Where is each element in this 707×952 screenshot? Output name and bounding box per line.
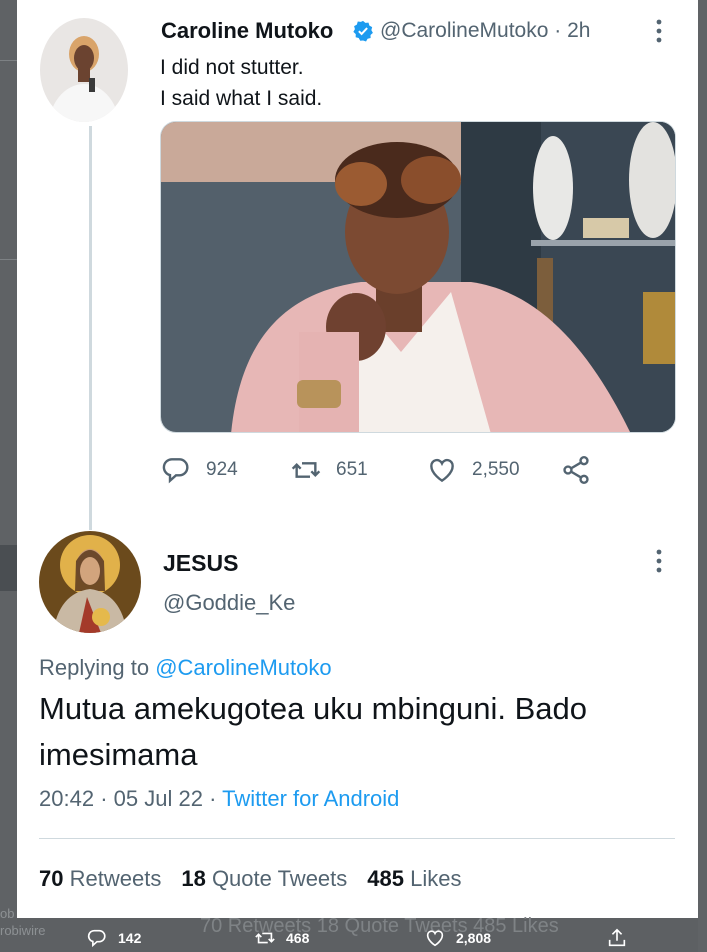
bottom-reply-icon — [87, 929, 106, 948]
bottom-retweet-count: 468 — [286, 930, 310, 946]
retweets-label: Retweets — [69, 866, 162, 891]
reply-text: Mutua amekugotea uku mbinguni. Bado imes… — [39, 691, 588, 772]
separator: · — [100, 786, 114, 811]
background-bar — [0, 545, 17, 591]
bottom-reply-action[interactable]: 142 — [86, 926, 141, 950]
tweet-actions: 924 651 2,550 — [160, 452, 600, 488]
reply-date[interactable]: 05 Jul 22 — [114, 786, 203, 811]
bottom-retweet-action[interactable]: 468 — [254, 926, 309, 950]
author-name[interactable]: Caroline Mutoko — [161, 18, 333, 44]
retweets-count: 70 — [39, 866, 64, 891]
retweets-stat[interactable]: 70 Retweets — [39, 866, 161, 891]
bottom-share-icon — [608, 928, 626, 947]
reply-author-handle[interactable]: @Goddie_Ke — [163, 590, 295, 616]
bottom-share-action[interactable] — [606, 926, 638, 950]
retweet-action[interactable]: 651 — [290, 452, 368, 488]
bottom-reply-count: 142 — [118, 930, 142, 946]
caroline-avatar[interactable] — [40, 18, 128, 122]
background-left-frag1: ob — [0, 906, 15, 921]
bottom-retweet-icon — [255, 932, 275, 944]
bottom-like-action[interactable]: 2,808 — [424, 926, 491, 950]
background-left-frag2: robiwire — [0, 923, 46, 938]
share-icon — [563, 456, 589, 484]
reply-source-link[interactable]: Twitter for Android — [222, 786, 399, 811]
like-action[interactable]: 2,550 — [426, 452, 520, 488]
tweet-time[interactable]: 2h — [567, 19, 590, 42]
replying-mention-link[interactable]: @CarolineMutoko — [155, 655, 331, 680]
separator: · — [209, 786, 223, 811]
author-handle-time: @CarolineMutoko · 2h — [380, 19, 590, 43]
likes-label: Likes — [410, 866, 462, 891]
tweet-photo[interactable] — [160, 121, 676, 433]
like-icon — [430, 458, 454, 483]
tweet-text-line2: I said what I said. — [160, 87, 323, 110]
reply-more-icon[interactable] — [653, 548, 665, 574]
tweet-text: I did not stutter. I said what I said. — [160, 52, 322, 114]
tweet-card: Caroline Mutoko @CarolineMutoko · 2h I d… — [17, 0, 698, 918]
reply-action[interactable]: 924 — [160, 452, 238, 488]
background-left-text: ob robiwire — [0, 905, 46, 939]
reply-author-name[interactable]: JESUS — [163, 550, 238, 577]
more-icon[interactable] — [653, 18, 665, 44]
like-count: 2,550 — [472, 459, 520, 480]
verified-badge-icon — [352, 20, 374, 42]
reply-meta: 20:42 · 05 Jul 22 · Twitter for Android — [39, 786, 399, 812]
likes-stat[interactable]: 485 Likes — [367, 866, 461, 891]
divider — [39, 838, 675, 839]
quote-tweets-stat[interactable]: 18 Quote Tweets — [181, 866, 347, 891]
replying-to: Replying to @CarolineMutoko — [39, 655, 332, 681]
bottom-like-icon — [426, 930, 444, 947]
jesus-avatar[interactable] — [39, 531, 141, 633]
replying-label: Replying to — [39, 655, 150, 680]
reply-time[interactable]: 20:42 — [39, 786, 94, 811]
reply-stats: 70 Retweets 18 Quote Tweets 485 Likes — [39, 866, 461, 892]
background-right-strip — [698, 0, 707, 952]
author-handle[interactable]: @CarolineMutoko — [380, 19, 548, 42]
retweet-icon — [291, 462, 321, 478]
reply-count: 924 — [206, 459, 238, 480]
separator: · — [554, 19, 568, 42]
reply-icon — [162, 458, 189, 484]
quote-count: 18 — [181, 866, 206, 891]
quote-label: Quote Tweets — [211, 866, 348, 891]
share-action[interactable] — [560, 452, 606, 488]
likes-count: 485 — [367, 866, 404, 891]
thread-line — [89, 126, 92, 530]
retweet-count: 651 — [336, 459, 368, 480]
tweet-text-line1: I did not stutter. — [160, 56, 304, 79]
bottom-like-count: 2,808 — [456, 930, 492, 946]
